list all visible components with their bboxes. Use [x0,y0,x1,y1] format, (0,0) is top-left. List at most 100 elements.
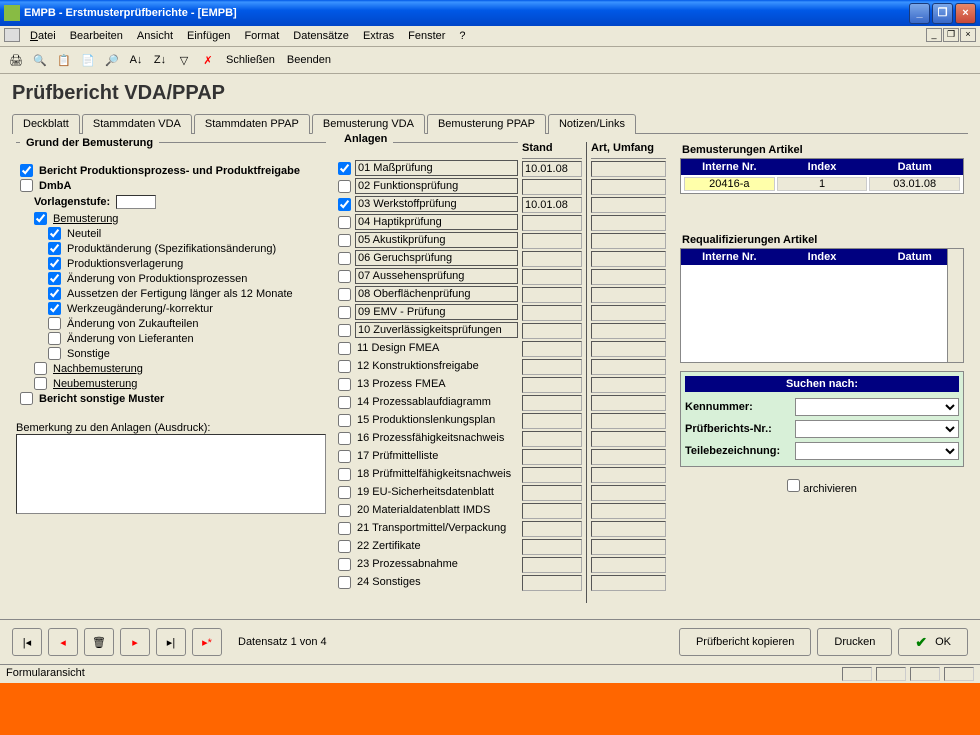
menu-datei[interactable]: Datei [24,28,62,44]
kennummer-select[interactable] [795,398,959,416]
menu-ansicht[interactable]: Ansicht [131,28,179,44]
anlage-chk-17[interactable] [338,450,351,463]
beenden-button[interactable]: Beenden [283,52,335,68]
stand-input[interactable] [522,359,582,375]
tab-notizen[interactable]: Notizen/Links [548,114,636,134]
nav-last[interactable]: ▸| [156,628,186,656]
mdi-minimize[interactable]: _ [926,28,942,42]
art-input[interactable] [591,431,666,447]
art-input[interactable] [591,179,666,195]
stand-input[interactable] [522,341,582,357]
chk-sonstige[interactable] [48,347,61,360]
stand-input[interactable] [522,449,582,465]
anlage-chk-09[interactable] [338,306,351,319]
anlage-chk-05[interactable] [338,234,351,247]
stand-input[interactable] [522,521,582,537]
vorlagenstufe-input[interactable] [116,195,156,209]
stand-input[interactable] [522,305,582,321]
anlage-chk-19[interactable] [338,486,351,499]
anlage-chk-23[interactable] [338,558,351,571]
menu-format[interactable]: Format [238,28,285,44]
stand-input[interactable] [522,431,582,447]
art-input[interactable] [591,557,666,573]
anlage-chk-18[interactable] [338,468,351,481]
sort-asc-icon[interactable]: A↓ [126,50,146,70]
chk-aenderung-prozesse[interactable] [48,272,61,285]
anlage-chk-21[interactable] [338,522,351,535]
art-input[interactable] [591,215,666,231]
chk-produktaenderung[interactable] [48,242,61,255]
tab-stammdaten-ppap[interactable]: Stammdaten PPAP [194,114,310,134]
minimize-button[interactable]: _ [909,3,930,24]
print-icon[interactable]: 🖨 [6,50,26,70]
anlage-chk-11[interactable] [338,342,351,355]
stand-input[interactable] [522,413,582,429]
nav-next[interactable]: ▸ [120,628,150,656]
chk-sonstige-muster[interactable] [20,392,33,405]
nav-first[interactable]: |◂ [12,628,42,656]
filter-off-icon[interactable]: ✗ [198,50,218,70]
anlage-chk-02[interactable] [338,180,351,193]
close-button[interactable]: × [955,3,976,24]
copy-icon[interactable]: 📋 [54,50,74,70]
stand-input[interactable] [522,395,582,411]
filter-icon[interactable]: ▽ [174,50,194,70]
chk-bericht-prod[interactable] [20,164,33,177]
teilebezeichnung-select[interactable] [795,442,959,460]
chk-zukauf[interactable] [48,317,61,330]
menu-help[interactable]: ? [453,28,471,44]
stand-input[interactable] [522,179,582,195]
anlage-chk-10[interactable] [338,324,351,337]
stand-input[interactable] [522,467,582,483]
stand-input[interactable] [522,323,582,339]
nav-new[interactable]: ▸* [192,628,222,656]
chk-werkzeug[interactable] [48,302,61,315]
art-input[interactable] [591,233,666,249]
stand-input[interactable] [522,269,582,285]
stand-input[interactable] [522,539,582,555]
anlage-chk-22[interactable] [338,540,351,553]
find-icon[interactable]: 🔎 [102,50,122,70]
art-input[interactable] [591,485,666,501]
art-input[interactable] [591,359,666,375]
stand-input[interactable] [522,287,582,303]
anlage-chk-13[interactable] [338,378,351,391]
chk-bemusterung[interactable] [34,212,47,225]
anlage-chk-16[interactable] [338,432,351,445]
art-input[interactable] [591,539,666,555]
nav-delete[interactable]: 🗑 [84,628,114,656]
stand-input[interactable] [522,197,582,213]
anlage-chk-03[interactable] [338,198,351,211]
nav-prev[interactable]: ◂ [48,628,78,656]
anlage-chk-01[interactable] [338,162,351,175]
anlage-chk-14[interactable] [338,396,351,409]
art-input[interactable] [591,161,666,177]
art-input[interactable] [591,197,666,213]
menu-datensaetze[interactable]: Datensätze [287,28,355,44]
stand-input[interactable] [522,557,582,573]
anlage-chk-24[interactable] [338,576,351,589]
chk-lieferanten[interactable] [48,332,61,345]
art-input[interactable] [591,287,666,303]
paste-icon[interactable]: 📄 [78,50,98,70]
anlage-chk-08[interactable] [338,288,351,301]
menu-extras[interactable]: Extras [357,28,400,44]
chk-dmba[interactable] [20,179,33,192]
menu-fenster[interactable]: Fenster [402,28,451,44]
art-input[interactable] [591,251,666,267]
anlage-chk-07[interactable] [338,270,351,283]
art-input[interactable] [591,305,666,321]
art-input[interactable] [591,503,666,519]
art-input[interactable] [591,521,666,537]
anlage-chk-12[interactable] [338,360,351,373]
art-input[interactable] [591,341,666,357]
chk-archivieren[interactable] [787,479,800,492]
chk-neubemusterung[interactable] [34,377,47,390]
anlage-chk-06[interactable] [338,252,351,265]
tab-deckblatt[interactable]: Deckblatt [12,114,80,134]
chk-nachbemusterung[interactable] [34,362,47,375]
art-input[interactable] [591,323,666,339]
mdi-close[interactable]: × [960,28,976,42]
art-input[interactable] [591,395,666,411]
stand-input[interactable] [522,161,582,177]
